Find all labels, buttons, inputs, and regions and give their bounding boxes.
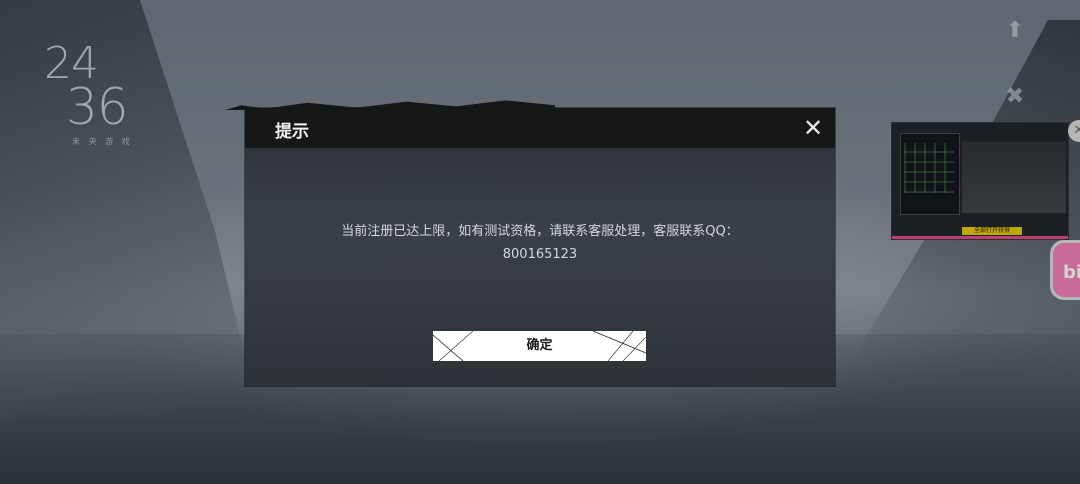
message-line1: 当前注册已达上限，如有测试资格，请联系客服处理，客服联系QQ： <box>341 224 739 239</box>
dialog-message: 当前注册已达上限，如有测试资格，请联系客服处理，客服联系QQ： 80016512… <box>285 220 795 266</box>
notice-dialog: 提示 ✕ 当前注册已达上限，如有测试资格，请联系客服处理，客服联系QQ： 800… <box>225 100 835 386</box>
confirm-label: 确定 <box>526 338 553 353</box>
message-line2: 800165123 <box>502 247 578 262</box>
dialog-title: 提示 <box>275 122 309 142</box>
confirm-button[interactable]: 确定 <box>433 331 646 361</box>
dialog-header <box>245 108 835 148</box>
close-icon[interactable]: ✕ <box>801 116 825 140</box>
